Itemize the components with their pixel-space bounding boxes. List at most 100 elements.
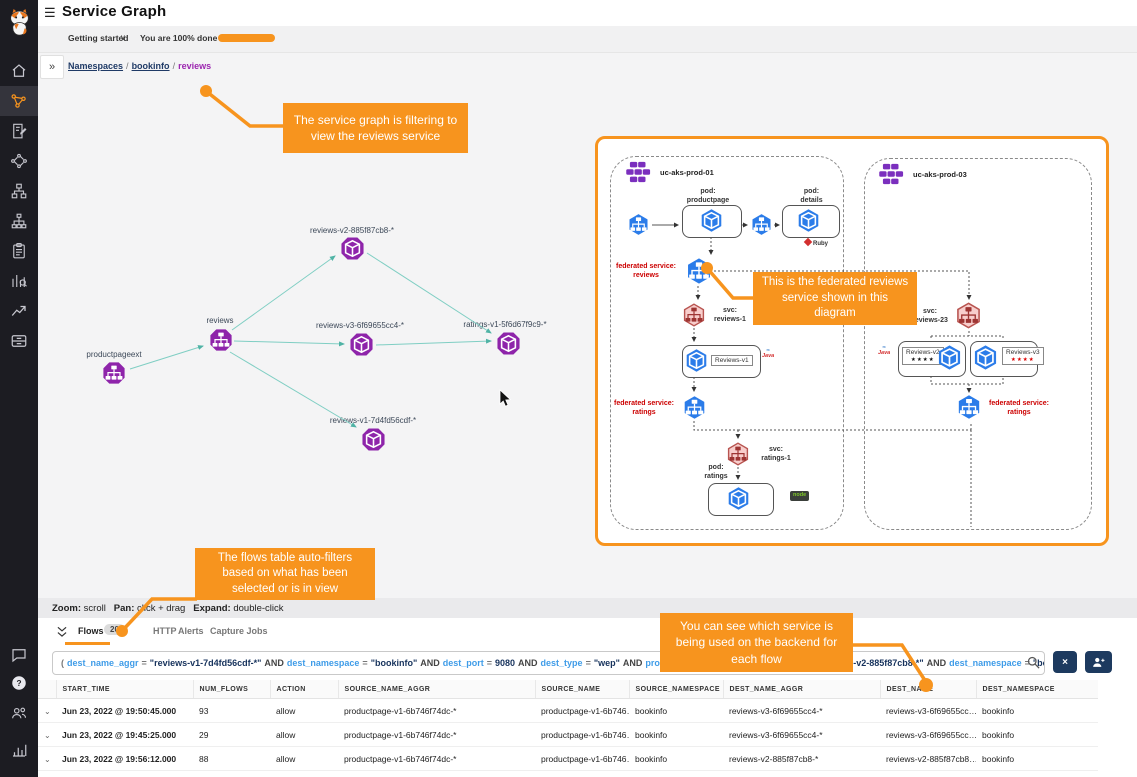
- org-chart-icon[interactable]: [0, 206, 38, 236]
- topology-icon[interactable]: [0, 176, 38, 206]
- metrics-icon[interactable]: [0, 266, 38, 296]
- graph-node-productpageext[interactable]: [102, 361, 126, 385]
- rating-stars-black: ★★★★: [911, 357, 935, 363]
- cluster-logo-icon: [879, 163, 907, 185]
- table-row[interactable]: ⌄ Jun 23, 2022 @ 19:56:12.000 88 allow p…: [38, 747, 1098, 771]
- graph-node-label: productpageext: [86, 350, 141, 359]
- cluster-name: uc-aks-prod-01: [660, 168, 714, 177]
- rating-stars-red: ★★★★: [1011, 357, 1035, 363]
- callout-service-graph-filter: The service graph is filtering to view t…: [283, 103, 468, 153]
- cluster-name: uc-aks-prod-03: [913, 170, 967, 179]
- user-filter-button[interactable]: [1085, 651, 1112, 673]
- col-start-time[interactable]: START_TIME: [56, 680, 193, 699]
- tab-capture-jobs[interactable]: Capture Jobs: [210, 626, 268, 636]
- chat-icon[interactable]: [0, 640, 38, 670]
- col-action[interactable]: ACTION: [270, 680, 338, 699]
- graph-node-label: reviews-v1-7d4fd56cdf-*: [330, 416, 416, 425]
- pod-hexagon-icon: [699, 208, 724, 233]
- graph-node-reviews-v1[interactable]: [361, 427, 386, 452]
- flows-table: START_TIME NUM_FLOWS ACTION SOURCE_NAME_…: [38, 680, 1137, 777]
- ruby-logo: Ruby: [805, 239, 828, 247]
- flow-network-icon[interactable]: [0, 146, 38, 176]
- clear-filter-button[interactable]: ×: [1053, 651, 1077, 673]
- graph-node-reviews-v3[interactable]: [349, 332, 374, 357]
- filter-query: (dest_name_aggr="reviews-v1-7d4fd56cdf-*…: [61, 658, 1045, 668]
- col-dest-namespace[interactable]: DEST_NAMESPACE: [976, 680, 1098, 699]
- federated-ratings-label-2: federated service: ratings: [986, 400, 1052, 418]
- expand-panel-button[interactable]: »: [40, 55, 64, 79]
- service-hexagon-icon: [627, 213, 650, 236]
- page-title: Service Graph: [62, 3, 166, 20]
- graph-node-reviews[interactable]: [209, 328, 233, 352]
- federated-service-hexagon-icon: [682, 395, 707, 420]
- federated-ratings-label: federated service: ratings: [608, 400, 680, 418]
- active-tab-underline: [65, 642, 110, 645]
- pod-productpage-label: pod: productpage: [678, 188, 738, 206]
- flows-count-badge: 20: [104, 624, 125, 635]
- col-dest-name[interactable]: DEST_NAME: [880, 680, 976, 699]
- graph-node-reviews-v2[interactable]: [340, 236, 365, 261]
- pod-details-label: pod: details: [784, 188, 839, 206]
- service-graph-icon[interactable]: [0, 86, 38, 116]
- pod-hexagon-icon: [726, 486, 751, 511]
- hamburger-menu-icon[interactable]: ☰: [44, 5, 56, 21]
- trends-icon[interactable]: [0, 296, 38, 326]
- reviews-v3-chip: Reviews-v3★★★★: [1002, 347, 1044, 365]
- callout-flows-autofilter: The flows table auto-filters based on wh…: [195, 548, 375, 600]
- policy-editor-icon[interactable]: [0, 116, 38, 146]
- pod-hexagon-icon: [936, 344, 963, 371]
- graph-node-ratings-v1[interactable]: [496, 331, 521, 356]
- svc-ratings-1-label: svc: ratings-1: [754, 446, 798, 464]
- col-source-namespace[interactable]: SOURCE_NAMESPACE: [629, 680, 723, 699]
- tab-http[interactable]: HTTP: [153, 626, 177, 636]
- calico-logo: [0, 3, 38, 41]
- col-num-flows[interactable]: NUM_FLOWS: [193, 680, 270, 699]
- onboarding-status: You are 100% done: [140, 33, 217, 43]
- java-logo: ≈Java: [878, 345, 890, 357]
- col-source-name-aggr[interactable]: SOURCE_NAME_AGGR: [338, 680, 535, 699]
- table-row[interactable]: ⌄ Jun 23, 2022 @ 19:50:45.000 93 allow p…: [38, 699, 1098, 723]
- pod-hexagon-icon: [684, 348, 709, 373]
- federated-service-hexagon-icon: [956, 394, 982, 420]
- onboarding-progress-bar: [218, 34, 275, 42]
- tab-alerts[interactable]: Alerts: [178, 626, 204, 636]
- federated-service-hexagon-icon: [685, 257, 713, 285]
- pod-hexagon-icon: [796, 208, 821, 233]
- usage-chart-icon[interactable]: [0, 735, 38, 765]
- left-nav-rail: [0, 0, 38, 777]
- row-expand-icon[interactable]: ⌄: [44, 755, 51, 764]
- table-header-row: START_TIME NUM_FLOWS ACTION SOURCE_NAME_…: [38, 680, 1098, 699]
- breadcrumb-reviews: reviews: [178, 61, 211, 71]
- tab-flows[interactable]: Flows: [78, 626, 104, 636]
- flows-filter-input[interactable]: (dest_name_aggr="reviews-v1-7d4fd56cdf-*…: [52, 651, 1045, 675]
- svc-hexagon-icon: [726, 442, 750, 466]
- federation-diagram-panel: uc-aks-prod-01 pod: productpage pod: det…: [595, 136, 1109, 546]
- java-logo: ≈Java: [762, 348, 774, 360]
- table-row[interactable]: ⌄ Jun 23, 2022 @ 19:45:25.000 29 allow p…: [38, 723, 1098, 747]
- col-source-name[interactable]: SOURCE_NAME: [535, 680, 629, 699]
- service-graph-app: ☰ Service Graph Getting started ∨ You ar…: [0, 0, 1137, 777]
- compliance-icon[interactable]: [0, 236, 38, 266]
- home-icon[interactable]: [0, 56, 38, 86]
- graph-node-label: reviews-v3-6f69655cc4-*: [316, 321, 404, 330]
- col-dest-name-aggr[interactable]: DEST_NAME_AGGR: [723, 680, 880, 699]
- top-bar: [38, 0, 1137, 26]
- storage-icon[interactable]: [0, 326, 38, 356]
- search-icon[interactable]: [1026, 655, 1041, 670]
- breadcrumb-bookinfo[interactable]: bookinfo: [132, 61, 170, 71]
- row-expand-icon[interactable]: ⌄: [44, 731, 51, 740]
- reviews-v1-chip: Reviews-v1: [711, 355, 753, 366]
- graph-node-label: reviews-v2-885f87cb8-*: [310, 226, 394, 235]
- help-icon[interactable]: [0, 668, 38, 698]
- breadcrumb-namespaces[interactable]: Namespaces: [68, 61, 123, 71]
- chevron-down-icon[interactable]: ∨: [120, 33, 126, 42]
- collapse-panel-icon[interactable]: [55, 625, 69, 639]
- breadcrumb: Namespaces/bookinfo/reviews: [68, 61, 211, 71]
- callout-backend-service: You can see which service is being used …: [660, 613, 853, 672]
- legend-text: Zoom: scroll Pan: click + drag Expand: d…: [52, 603, 284, 614]
- users-icon[interactable]: [0, 698, 38, 728]
- row-expand-icon[interactable]: ⌄: [44, 707, 51, 716]
- table-row[interactable]: ⌄ Jun 23, 2022 @ 19:50:45.000 72 allow p…: [38, 771, 1098, 777]
- callout-federated-reviews: This is the federated reviews service sh…: [753, 272, 917, 325]
- cluster-logo-icon: [626, 161, 654, 183]
